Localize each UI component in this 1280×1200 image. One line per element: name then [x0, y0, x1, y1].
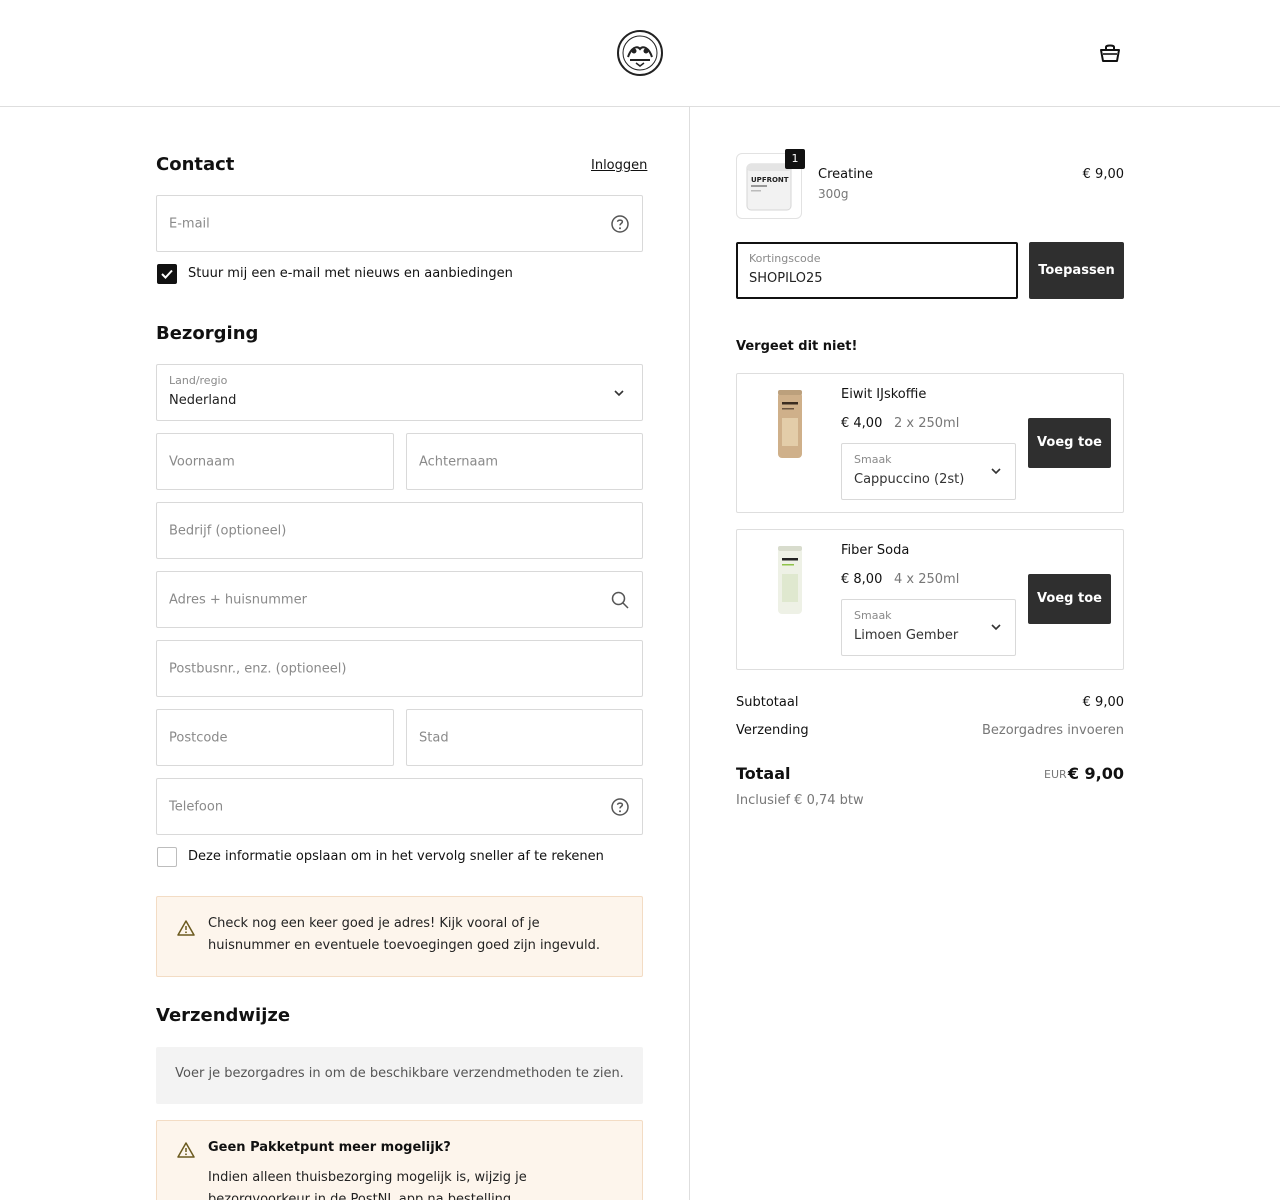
- warning-icon: [177, 1142, 195, 1158]
- flavor-select[interactable]: Smaak Cappuccino (2st): [841, 443, 1016, 500]
- upsell-pack: 2 x 250ml: [894, 416, 960, 431]
- company-field[interactable]: Bedrijf (optioneel): [156, 502, 643, 559]
- address-field[interactable]: Adres + huisnummer: [156, 571, 643, 628]
- upsell-price: € 4,00: [841, 416, 883, 431]
- pakketpunt-title: Geen Pakketpunt meer mogelijk?: [208, 1140, 451, 1155]
- company-placeholder: Bedrijf (optioneel): [169, 523, 287, 538]
- postcode-placeholder: Postcode: [169, 730, 228, 745]
- iced-coffee-can-image: [778, 390, 802, 458]
- shopping-basket-icon[interactable]: [1098, 41, 1122, 65]
- first-name-placeholder: Voornaam: [169, 454, 235, 469]
- login-link[interactable]: Inloggen: [591, 158, 647, 173]
- discount-value: SHOPILO25: [749, 271, 823, 286]
- upsell-heading: Vergeet dit niet!: [736, 339, 858, 354]
- quantity-badge: 1: [785, 149, 805, 169]
- address-notice: Check nog een keer goed je adres! Kijk v…: [156, 896, 643, 977]
- country-select[interactable]: Land/regio Nederland: [156, 364, 643, 421]
- search-icon: [611, 591, 629, 609]
- add-upsell-button[interactable]: Voeg toe: [1028, 574, 1111, 624]
- fiber-soda-can-image: [778, 546, 802, 614]
- flavor-label: Smaak: [854, 609, 892, 622]
- help-icon[interactable]: [610, 797, 630, 817]
- flavor-label: Smaak: [854, 453, 892, 466]
- country-label: Land/regio: [169, 374, 228, 387]
- warning-icon: [177, 920, 195, 936]
- upsell-price: € 8,00: [841, 572, 883, 587]
- postcode-field[interactable]: Postcode: [156, 709, 394, 766]
- discount-code-field[interactable]: Kortingscode SHOPILO25: [736, 242, 1018, 299]
- last-name-field[interactable]: Achternaam: [406, 433, 643, 490]
- delivery-heading: Bezorging: [156, 323, 259, 344]
- help-icon[interactable]: [610, 214, 630, 234]
- contact-heading: Contact: [156, 154, 235, 175]
- save-info-checkbox[interactable]: [157, 847, 177, 867]
- shipping-empty-text: Voer je bezorgadres in om de beschikbare…: [175, 1066, 624, 1081]
- apply-discount-button[interactable]: Toepassen: [1029, 242, 1124, 299]
- pakketpunt-text: Indien alleen thuisbezorging mogelijk is…: [208, 1170, 527, 1200]
- vat-text: Inclusief € 0,74 btw: [736, 793, 864, 808]
- country-value: Nederland: [169, 393, 237, 408]
- site-header: [0, 0, 1280, 107]
- address2-field[interactable]: Postbusnr., enz. (optioneel): [156, 640, 643, 697]
- address2-placeholder: Postbusnr., enz. (optioneel): [169, 661, 347, 676]
- save-info-label: Deze informatie opslaan om in het vervol…: [188, 849, 604, 864]
- upsell-card: Fiber Soda € 8,00 4 x 250ml Smaak Limoen…: [736, 529, 1124, 670]
- phone-placeholder: Telefoon: [169, 799, 224, 814]
- newsletter-label: Stuur mij een e-mail met nieuws en aanbi…: [188, 266, 513, 281]
- flavor-value: Limoen Gember: [854, 628, 959, 643]
- upsell-pack: 4 x 250ml: [894, 572, 960, 587]
- email-field[interactable]: E-mail: [156, 195, 643, 252]
- shipping-methods-placeholder: Voer je bezorgadres in om de beschikbare…: [156, 1047, 643, 1104]
- first-name-field[interactable]: Voornaam: [156, 433, 394, 490]
- address-placeholder: Adres + huisnummer: [169, 592, 307, 607]
- chevron-down-icon: [991, 624, 1001, 631]
- last-name-placeholder: Achternaam: [419, 454, 499, 469]
- checkmark-icon: [161, 269, 173, 279]
- flavor-value: Cappuccino (2st): [854, 472, 965, 487]
- total-value: € 9,00: [1067, 764, 1124, 783]
- discount-label: Kortingscode: [749, 252, 821, 265]
- shipping-cost-value: Bezorgadres invoeren: [981, 723, 1124, 738]
- shipping-heading: Verzendwijze: [156, 1005, 291, 1026]
- chevron-down-icon: [991, 468, 1001, 475]
- tub-brand-text: UPFRONT: [751, 176, 789, 184]
- address-notice-text: Check nog een keer goed je adres! Kijk v…: [208, 916, 600, 953]
- city-field[interactable]: Stad: [406, 709, 643, 766]
- product-name: Creatine: [818, 167, 874, 182]
- newsletter-checkbox[interactable]: [157, 264, 177, 284]
- add-upsell-button[interactable]: Voeg toe: [1028, 418, 1111, 468]
- flavor-select[interactable]: Smaak Limoen Gember: [841, 599, 1016, 656]
- chevron-down-icon: [614, 389, 624, 396]
- total-label: Totaal: [736, 764, 791, 783]
- brand-logo-icon[interactable]: [617, 30, 663, 76]
- phone-field[interactable]: Telefoon: [156, 778, 643, 835]
- upsell-name: Fiber Soda: [841, 543, 910, 558]
- upsell-card: Eiwit IJskoffie € 4,00 2 x 250ml Smaak C…: [736, 373, 1124, 513]
- shipping-cost-label: Verzending: [736, 723, 809, 738]
- city-placeholder: Stad: [419, 730, 449, 745]
- column-divider: [689, 107, 690, 1200]
- email-placeholder: E-mail: [169, 216, 210, 231]
- product-variant: 300g: [818, 187, 849, 201]
- subtotal-value: € 9,00: [1082, 695, 1124, 710]
- product-price: € 9,00: [1082, 167, 1124, 182]
- upsell-name: Eiwit IJskoffie: [841, 387, 927, 402]
- pakketpunt-notice: Geen Pakketpunt meer mogelijk? Indien al…: [156, 1120, 643, 1200]
- subtotal-label: Subtotaal: [736, 695, 799, 710]
